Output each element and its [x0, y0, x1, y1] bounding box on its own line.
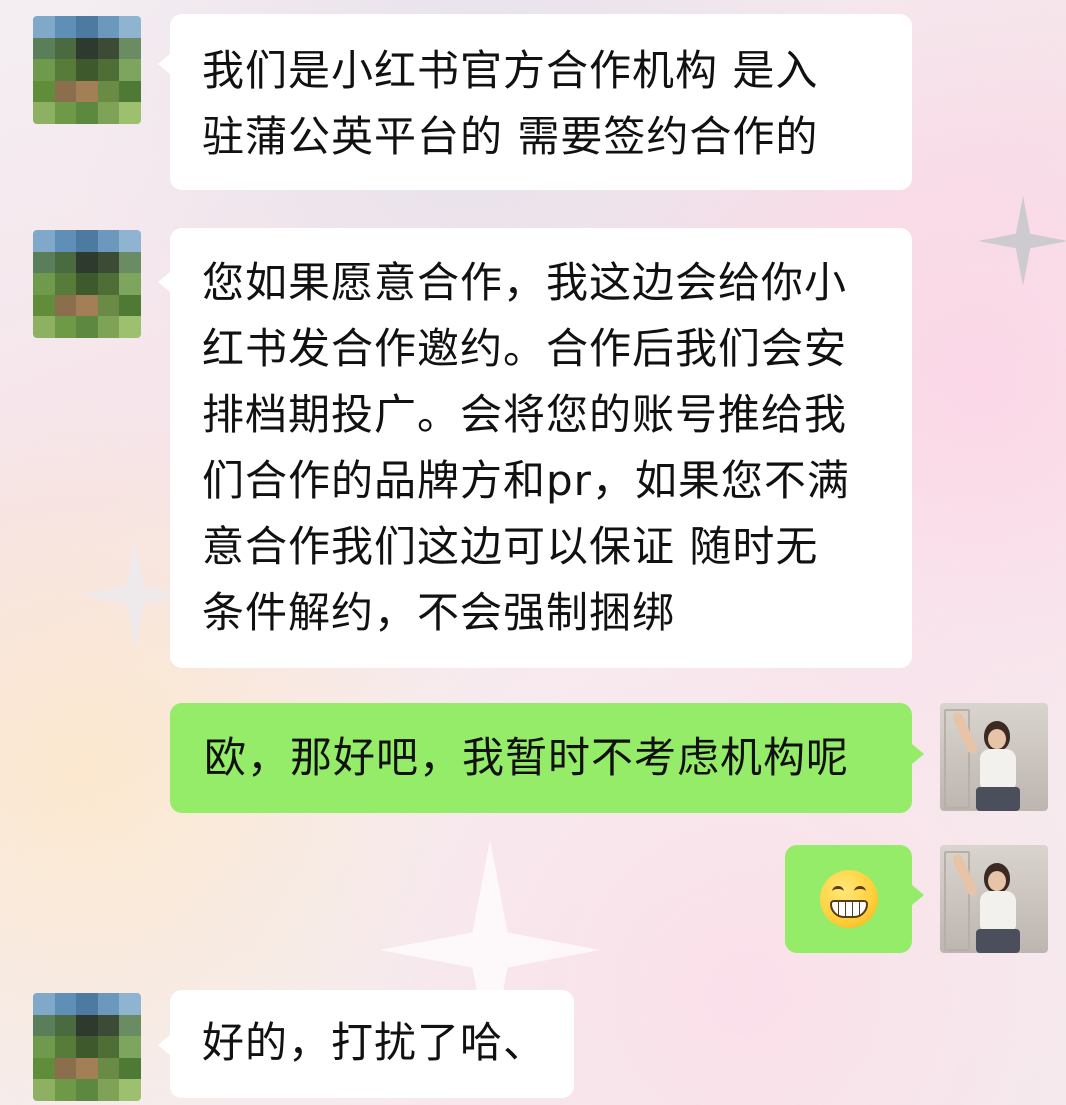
contact-avatar[interactable] [33, 16, 141, 124]
my-avatar[interactable] [940, 845, 1048, 953]
bubble-tail [158, 1035, 170, 1055]
bubble-tail [158, 54, 170, 74]
message-bubble-incoming[interactable]: 好的，打扰了哈、 [170, 990, 574, 1098]
background-sparkle [978, 196, 1066, 286]
contact-avatar[interactable] [33, 230, 141, 338]
my-avatar[interactable] [940, 703, 1048, 811]
bubble-tail [158, 272, 170, 292]
bubble-tail [912, 744, 924, 764]
contact-avatar[interactable] [33, 993, 141, 1101]
grinning-face-emoji [820, 870, 878, 928]
message-bubble-incoming[interactable]: 我们是小红书官方合作机构 是入 驻蒲公英平台的 需要签约合作的 [170, 14, 912, 190]
message-bubble-outgoing[interactable]: 欧，那好吧，我暂时不考虑机构呢 [170, 703, 912, 813]
bubble-tail [912, 885, 924, 905]
message-bubble-incoming[interactable]: 您如果愿意合作，我这边会给你小 红书发合作邀约。合作后我们会安 排档期投广。会将… [170, 228, 912, 668]
